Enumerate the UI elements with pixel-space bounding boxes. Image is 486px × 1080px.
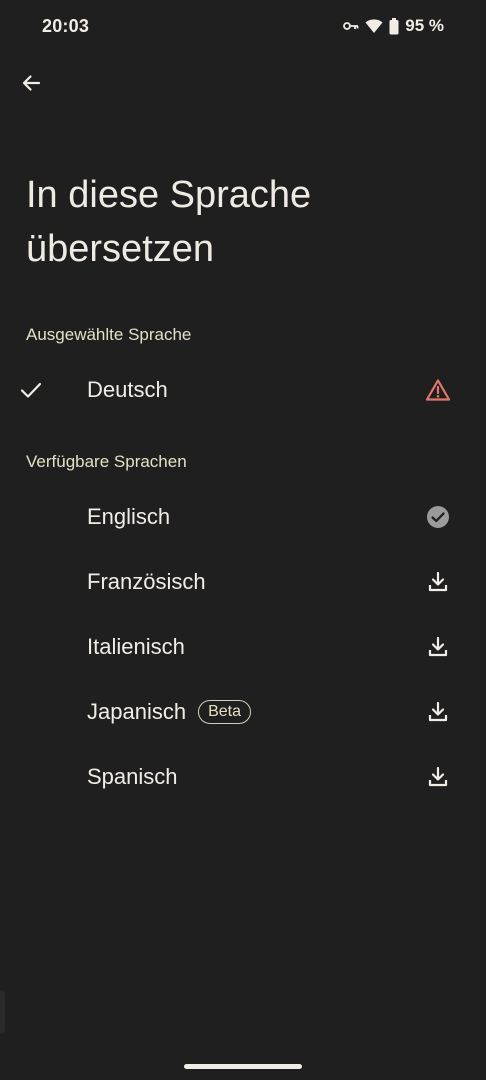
battery-icon	[389, 17, 399, 35]
checkmark-icon	[18, 377, 44, 403]
status-bar: 20:03 95 %	[0, 0, 486, 56]
language-label: Japanisch	[87, 699, 187, 724]
arrow-left-icon	[21, 73, 41, 98]
download-icon[interactable]	[424, 698, 452, 726]
back-button[interactable]	[12, 66, 50, 104]
language-item-deutsch[interactable]: Deutsch	[0, 360, 486, 420]
status-time: 20:03	[42, 16, 90, 36]
page-title: In diese Sprache übersetzen	[26, 168, 446, 276]
download-icon[interactable]	[424, 763, 452, 791]
language-label: Deutsch	[87, 377, 168, 402]
warning-triangle-icon[interactable]	[424, 376, 452, 404]
download-icon[interactable]	[424, 633, 452, 661]
language-item-japanisch[interactable]: Japanisch Beta	[0, 682, 486, 742]
selected-language-header: Ausgewählte Sprache	[26, 325, 192, 344]
language-item-italienisch[interactable]: Italienisch	[0, 617, 486, 677]
wifi-icon	[365, 18, 383, 34]
language-label: Spanisch	[87, 764, 178, 789]
language-item-spanisch[interactable]: Spanisch	[0, 747, 486, 807]
language-item-englisch[interactable]: Englisch	[0, 487, 486, 547]
language-item-franzoesisch[interactable]: Französisch	[0, 552, 486, 612]
language-label: Englisch	[87, 504, 171, 529]
home-indicator[interactable]	[184, 1064, 302, 1069]
language-label-group: Japanisch Beta	[87, 699, 251, 725]
available-languages-header: Verfügbare Sprachen	[26, 452, 187, 471]
download-icon[interactable]	[424, 568, 452, 596]
downloaded-check-icon[interactable]	[424, 503, 452, 531]
edge-handle[interactable]	[0, 990, 5, 1034]
page-title-line2: übersetzen	[26, 228, 215, 270]
status-icons: 95 %	[343, 16, 444, 36]
battery-percentage: 95 %	[405, 16, 444, 35]
beta-badge: Beta	[198, 700, 251, 724]
page-title-line1: In diese Sprache	[26, 174, 312, 216]
language-label: Französisch	[87, 569, 206, 594]
vpn-key-icon	[343, 20, 359, 32]
language-label: Italienisch	[87, 634, 185, 659]
